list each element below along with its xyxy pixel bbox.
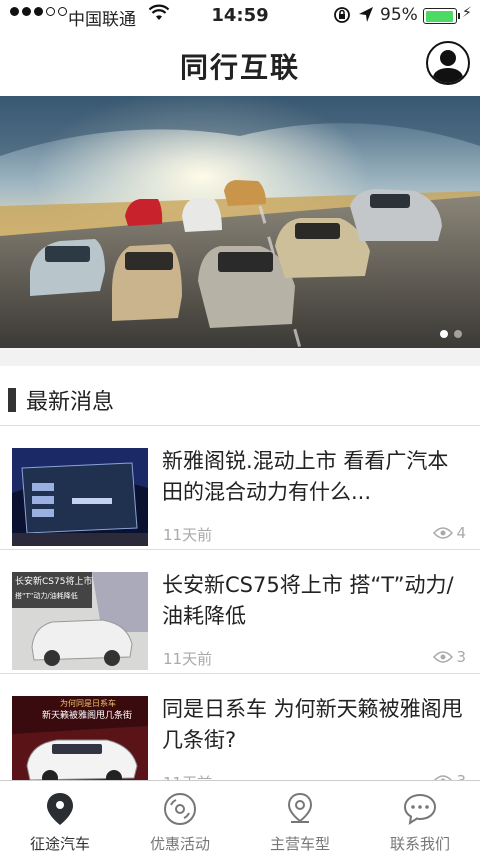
- tab-promotions[interactable]: 优惠活动: [120, 781, 240, 853]
- view-count: 4: [456, 524, 466, 542]
- carousel-dot[interactable]: [454, 330, 462, 338]
- carousel-dot[interactable]: [440, 330, 448, 338]
- news-time: 11天前: [163, 650, 213, 668]
- banner-carousel[interactable]: [0, 96, 480, 348]
- view-count: 3: [456, 648, 466, 666]
- tab-contact[interactable]: 联系我们: [360, 781, 480, 853]
- location-arrow-icon: [357, 5, 375, 30]
- news-thumbnail: 长安新CS75将上市 搭“T”动力/油耗降低: [12, 572, 148, 670]
- tab-zhengtu-auto[interactable]: 征途汽车: [0, 781, 120, 853]
- location-pin-icon: [47, 793, 73, 825]
- tab-label: 优惠活动: [149, 835, 210, 853]
- eye-icon: [433, 527, 454, 539]
- news-time: 11天前: [163, 772, 212, 780]
- news-views: 4: [433, 524, 466, 542]
- news-headline: 新雅阁锐.混动上市 看看广汽本田的混合动力有什么...: [162, 449, 449, 504]
- news-thumbnail: 为何同是日系车 新天籁被雅阁甩几条街: [12, 696, 148, 780]
- news-views: 3: [433, 772, 466, 780]
- page-title: 同行互联: [179, 51, 300, 84]
- news-headline: 同是日系车 为何新天籁被雅阁甩几条街?: [162, 697, 463, 752]
- bottom-tab-bar: 征途汽车 优惠活动 主营车型 联系我们: [0, 780, 480, 853]
- section-marker: [8, 388, 16, 412]
- thumb-caption: 长安新CS75将上市: [15, 575, 92, 587]
- thumb-caption: 搭“T”动力/油耗降低: [15, 591, 78, 600]
- banner-image: [0, 96, 480, 348]
- battery-percent: 95%: [380, 5, 418, 25]
- thumb-caption: 为何同是日系车: [60, 698, 116, 708]
- battery-icon: [423, 8, 460, 24]
- section-title: 最新消息: [26, 390, 115, 415]
- map-pin-icon: [287, 792, 313, 823]
- status-bar: 中国联通 14:59 95% ⚡: [0, 0, 480, 32]
- header: 同行互联: [0, 32, 480, 96]
- disc-icon: [164, 793, 196, 825]
- news-views: 3: [433, 648, 466, 666]
- eye-icon: [433, 651, 454, 663]
- news-item[interactable]: 为何同是日系车 新天籁被雅阁甩几条街 同是日系车 为何新天籁被雅阁甩几条街? 1…: [0, 674, 480, 780]
- news-headline: 长安新CS75将上市 搭“T”动力/油耗降低: [162, 573, 454, 628]
- tab-label: 征途汽车: [29, 835, 90, 853]
- chat-bubble-icon: [403, 793, 437, 826]
- tab-models[interactable]: 主营车型: [240, 781, 360, 853]
- carousel-indicator[interactable]: [440, 330, 462, 338]
- news-time: 11天前: [163, 526, 213, 544]
- user-avatar-icon[interactable]: [426, 41, 470, 85]
- news-thumbnail: [12, 448, 148, 546]
- news-item[interactable]: 长安新CS75将上市 搭“T”动力/油耗降低 长安新CS75将上市 搭“T”动力…: [0, 550, 480, 674]
- charging-bolt-icon: ⚡: [462, 5, 472, 21]
- tab-label: 主营车型: [269, 835, 330, 853]
- news-list[interactable]: 新雅阁锐.混动上市 看看广汽本田的混合动力有什么... 11天前 4 长安新CS…: [0, 426, 480, 780]
- tab-label: 联系我们: [389, 835, 450, 853]
- news-item[interactable]: 新雅阁锐.混动上市 看看广汽本田的混合动力有什么... 11天前 4: [0, 426, 480, 550]
- section-header: 最新消息: [0, 366, 480, 426]
- thumb-caption: 新天籁被雅阁甩几条街: [42, 709, 132, 721]
- rotation-lock-icon: [332, 5, 352, 30]
- view-count: 3: [456, 772, 466, 780]
